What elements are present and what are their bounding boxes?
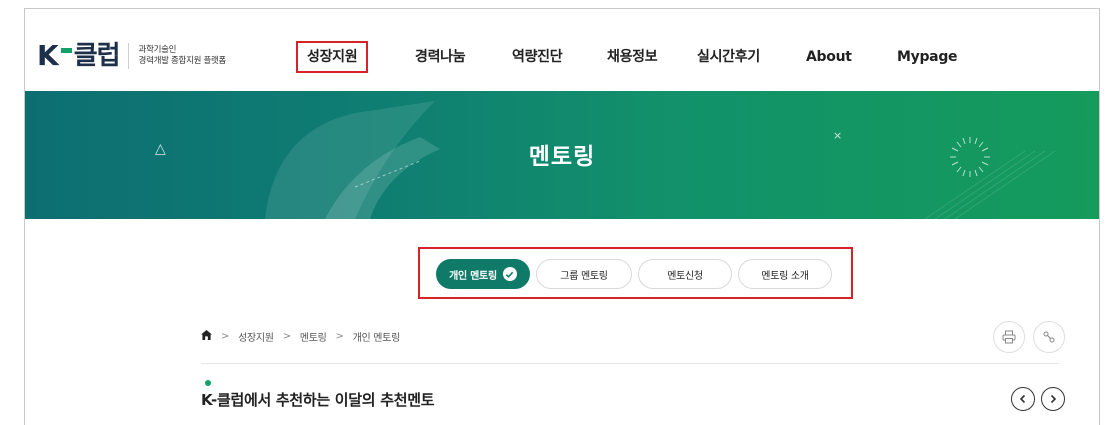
tab-group-mentoring[interactable]: 그룹 멘토링 bbox=[536, 259, 632, 289]
home-icon[interactable] bbox=[201, 330, 212, 343]
content-divider bbox=[201, 363, 1059, 364]
nav-item-jobs[interactable]: 채용정보 bbox=[607, 43, 658, 71]
tab-personal-mentoring[interactable]: 개인 멘토링 bbox=[436, 259, 530, 289]
nav-item-growth-support[interactable]: 성장지원 bbox=[295, 41, 369, 73]
page-banner: △ × 멘토링 bbox=[25, 91, 1099, 219]
tab-mentoring-intro[interactable]: 멘토링 소개 bbox=[738, 259, 832, 289]
breadcrumb-separator: > bbox=[221, 331, 230, 342]
nav-item-about[interactable]: About bbox=[806, 43, 852, 71]
chevron-left-icon bbox=[1019, 394, 1026, 404]
nav-item-career-sharing[interactable]: 경력나눔 bbox=[415, 43, 466, 71]
browser-frame: K 클럽 과학기술인 경력개발 종합지원 플랫폼 성장지원 경력나눔 역량진단 … bbox=[24, 8, 1100, 425]
breadcrumb-item[interactable]: 성장지원 bbox=[238, 329, 274, 344]
sub-tabs: 개인 멘토링 그룹 멘토링 멘토신청 멘토링 소개 bbox=[418, 247, 853, 299]
print-button[interactable] bbox=[993, 321, 1025, 353]
nav-item-mypage[interactable]: Mypage bbox=[897, 43, 958, 71]
breadcrumb-separator: > bbox=[282, 331, 291, 342]
page-tools bbox=[985, 321, 1065, 353]
carousel-controls bbox=[1005, 387, 1065, 411]
nav-item-competency[interactable]: 역량진단 bbox=[512, 43, 563, 71]
breadcrumb-item-current: 개인 멘토링 bbox=[352, 333, 401, 344]
breadcrumb: > 성장지원 > 멘토링 > 개인 멘토링 bbox=[201, 329, 400, 344]
section-dot bbox=[205, 380, 211, 386]
main-nav: 성장지원 경력나눔 역량진단 채용정보 실시간후기 About Mypage bbox=[25, 41, 1099, 73]
tab-label: 개인 멘토링 bbox=[449, 270, 497, 282]
share-button[interactable] bbox=[1033, 321, 1065, 353]
nav-item-reviews[interactable]: 실시간후기 bbox=[697, 43, 760, 71]
check-icon bbox=[502, 267, 517, 281]
chevron-right-icon bbox=[1050, 394, 1057, 404]
prev-button[interactable] bbox=[1011, 387, 1035, 411]
next-button[interactable] bbox=[1041, 387, 1065, 411]
share-icon bbox=[1043, 331, 1055, 343]
breadcrumb-item[interactable]: 멘토링 bbox=[300, 329, 327, 344]
print-icon bbox=[1002, 330, 1016, 344]
site-header: K 클럽 과학기술인 경력개발 종합지원 플랫폼 성장지원 경력나눔 역량진단 … bbox=[25, 9, 1099, 91]
page-title: 멘토링 bbox=[528, 144, 596, 170]
breadcrumb-separator: > bbox=[335, 331, 344, 342]
section-title: K-클럽에서 추천하는 이달의 추천멘토 bbox=[201, 391, 435, 409]
tab-mentor-apply[interactable]: 멘토신청 bbox=[638, 259, 732, 289]
